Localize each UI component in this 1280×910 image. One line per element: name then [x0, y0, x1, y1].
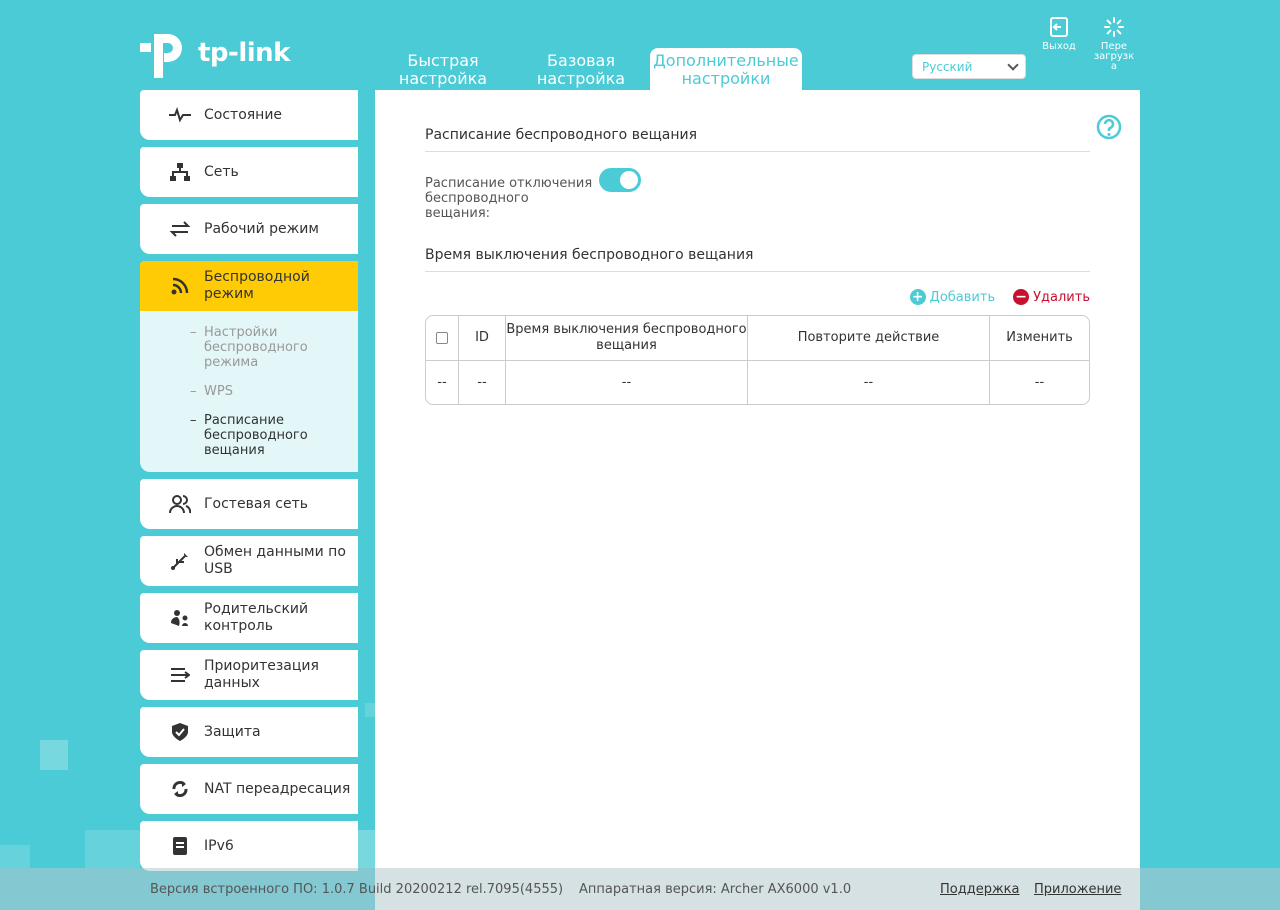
toggle-knob — [620, 171, 638, 189]
guest-icon — [168, 492, 192, 516]
schedule-table: ID Время выключения беспроводного вещани… — [425, 315, 1090, 405]
submenu-label: WPS — [204, 384, 233, 399]
table-cell: -- — [989, 361, 1089, 404]
language-select[interactable]: Русский — [912, 54, 1026, 79]
submenu-wireless-schedule[interactable]: – Расписание беспроводного вещания — [190, 413, 358, 458]
bg-decoration — [40, 740, 68, 770]
table-actions: + Добавить − Удалить — [892, 289, 1090, 305]
sidebar-item-qos[interactable]: Приоритезация данных — [140, 650, 358, 700]
nat-icon — [168, 777, 192, 801]
wireless-icon — [168, 274, 192, 298]
add-button[interactable]: + Добавить — [909, 289, 996, 305]
add-label: Добавить — [929, 289, 996, 305]
submenu-wps[interactable]: – WPS — [190, 384, 358, 399]
tab-basic[interactable]: Базовая настройка — [512, 48, 650, 90]
sidebar-item-label: Беспроводной режим — [204, 269, 310, 302]
delete-button[interactable]: − Удалить — [1013, 289, 1090, 305]
submenu-label: Расписание беспроводного вещания — [204, 413, 308, 458]
qos-icon — [168, 663, 192, 687]
header-cell-id: ID — [458, 316, 505, 360]
logout-label: Выход — [1042, 41, 1076, 52]
sidebar-item-status[interactable]: Состояние — [140, 90, 358, 140]
reboot-label: Пере загрузк а — [1093, 41, 1135, 72]
table-row: -- -- -- -- -- — [426, 360, 1089, 404]
sidebar-item-label: Гостевая сеть — [204, 495, 308, 512]
sidebar-item-parental[interactable]: Родительский контроль — [140, 593, 358, 643]
sidebar-item-ipv6[interactable]: IPv6 — [140, 821, 358, 871]
sidebar: Состояние Сеть Рабочий режим Беспроводно… — [140, 90, 358, 878]
logout-button[interactable]: Выход — [1040, 16, 1078, 52]
ipv6-icon — [168, 834, 192, 858]
table-cell: -- — [505, 361, 747, 404]
plus-icon: + — [909, 289, 926, 305]
usb-icon — [168, 549, 192, 573]
mode-icon — [168, 217, 192, 241]
tp-link-logo: tp-link — [140, 28, 290, 78]
schedule-toggle-label: Расписание отключения беспроводного веща… — [425, 176, 593, 221]
logo-text: tp-link — [198, 38, 290, 68]
footer: Версия встроенного ПО: 1.0.7 Build 20200… — [0, 868, 1280, 910]
reboot-icon — [1104, 17, 1124, 37]
submenu-dash: – — [190, 413, 197, 428]
sidebar-item-wireless[interactable]: Беспроводной режим — [140, 261, 358, 311]
reboot-button[interactable]: Пере загрузк а — [1092, 16, 1136, 72]
table-header-row: ID Время выключения беспроводного вещани… — [426, 316, 1089, 360]
sidebar-item-label: Приоритезация данных — [204, 658, 319, 691]
header-cell-select — [426, 316, 458, 360]
sidebar-item-security[interactable]: Защита — [140, 707, 358, 757]
help-button[interactable] — [1096, 114, 1122, 144]
bg-decoration — [358, 830, 375, 868]
table-cell: -- — [437, 374, 447, 390]
header-cell-repeat: Повторите действие — [747, 316, 989, 360]
help-icon — [1096, 114, 1122, 140]
shield-icon — [168, 720, 192, 744]
language-value: Русский — [922, 60, 973, 74]
table-cell: -- — [458, 361, 505, 404]
chevron-down-icon — [1007, 59, 1019, 71]
schedule-toggle[interactable] — [599, 168, 641, 192]
tab-advanced[interactable]: Дополнительные настройки — [650, 48, 802, 90]
sidebar-item-label: Состояние — [204, 106, 283, 123]
section-title-off-time: Время выключения беспроводного вещания — [425, 247, 1090, 272]
status-icon — [168, 103, 192, 127]
network-icon — [168, 160, 192, 184]
sidebar-item-label: Рабочий режим — [204, 220, 319, 237]
sidebar-item-label: Обмен данными по USB — [204, 544, 346, 577]
bg-decoration — [0, 845, 30, 868]
support-link[interactable]: Поддержка — [940, 882, 1020, 897]
wireless-submenu: – Настройки беспроводного режима – WPS –… — [140, 311, 358, 472]
logout-icon — [1050, 17, 1068, 37]
sidebar-item-label: Сеть — [204, 163, 239, 180]
select-all-checkbox[interactable] — [436, 332, 448, 344]
main-panel: Расписание беспроводного вещания Расписа… — [375, 90, 1140, 910]
parental-icon — [168, 606, 192, 630]
sidebar-item-label: Защита — [204, 723, 261, 740]
app-link[interactable]: Приложение — [1034, 882, 1121, 897]
submenu-label: Настройки беспроводного режима — [204, 325, 308, 370]
sidebar-item-label: Родительский контроль — [204, 601, 309, 634]
tab-quick-setup[interactable]: Быстрая настройка — [374, 48, 512, 90]
bg-decoration — [85, 830, 140, 868]
sidebar-item-guest[interactable]: Гостевая сеть — [140, 479, 358, 529]
submenu-wireless-settings[interactable]: – Настройки беспроводного режима — [190, 325, 358, 370]
bg-decoration — [365, 703, 375, 717]
sidebar-item-label: NAT переадресация — [204, 780, 351, 797]
submenu-dash: – — [190, 384, 197, 399]
sidebar-item-usb[interactable]: Обмен данными по USB — [140, 536, 358, 586]
tp-link-logo-icon — [140, 34, 182, 78]
header-cell-time: Время выключения беспроводного вещания — [505, 316, 747, 360]
delete-label: Удалить — [1033, 289, 1090, 305]
header-cell-edit: Изменить — [989, 316, 1089, 360]
sidebar-item-label: IPv6 — [204, 837, 234, 854]
sidebar-item-nat[interactable]: NAT переадресация — [140, 764, 358, 814]
minus-icon: − — [1013, 289, 1030, 305]
section-title-schedule: Расписание беспроводного вещания — [425, 127, 1090, 152]
submenu-dash: – — [190, 325, 197, 340]
sidebar-item-operation-mode[interactable]: Рабочий режим — [140, 204, 358, 254]
firmware-version: Версия встроенного ПО: 1.0.7 Build 20200… — [150, 882, 564, 897]
sidebar-item-network[interactable]: Сеть — [140, 147, 358, 197]
top-tabs: Быстрая настройка Базовая настройка Допо… — [374, 48, 802, 90]
table-cell: -- — [747, 361, 989, 404]
hardware-version: Аппаратная версия: Archer AX6000 v1.0 — [579, 882, 852, 897]
